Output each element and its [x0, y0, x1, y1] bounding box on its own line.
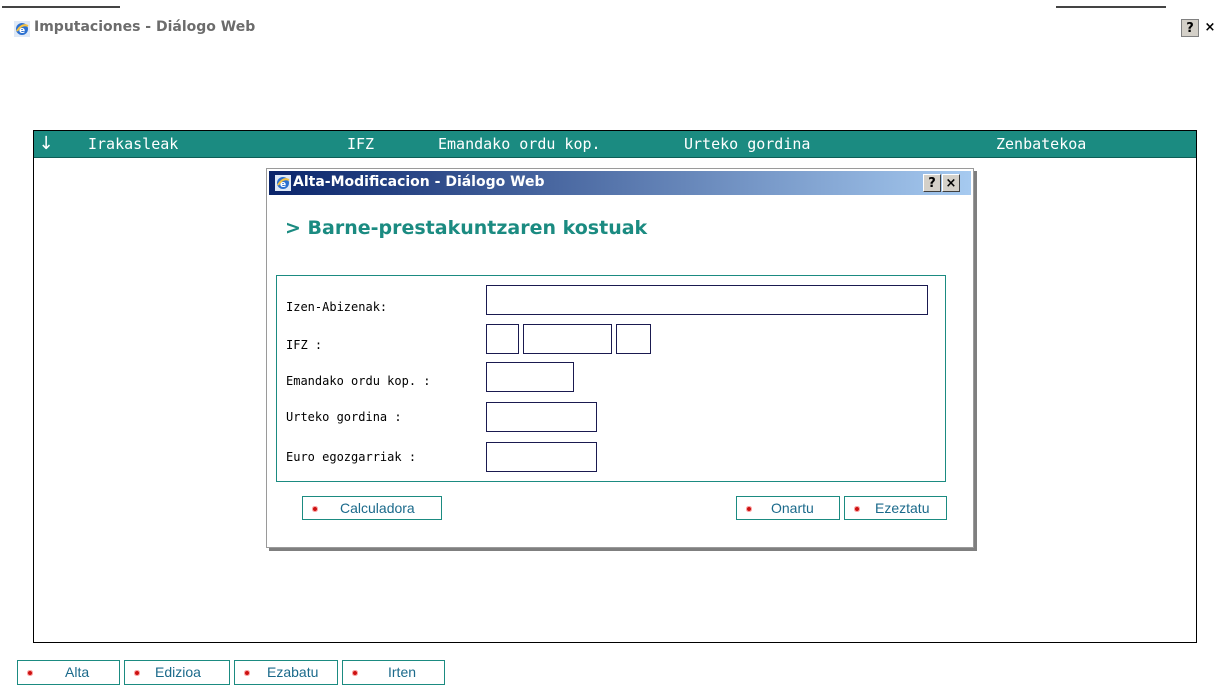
top-edge-mark: [1056, 6, 1166, 8]
red-dot-icon: [854, 506, 860, 512]
ifz-label: IFZ :: [286, 338, 323, 352]
red-dot-icon: [352, 670, 358, 676]
ie-icon: e: [14, 21, 30, 37]
gross-input[interactable]: [486, 402, 597, 432]
accept-label: Onartu: [771, 500, 814, 516]
alta-button[interactable]: Alta: [17, 660, 120, 685]
dialog-title: Alta-Modificacion - Diálogo Web: [293, 174, 545, 190]
form-fieldset: Izen-Abizenak: IFZ : Emandako ordu kop. …: [276, 275, 946, 482]
svg-text:e: e: [19, 26, 25, 36]
hours-label: Emandako ordu kop. :: [286, 374, 431, 388]
close-button[interactable]: ×: [1201, 19, 1219, 37]
euro-input[interactable]: [486, 442, 597, 472]
cancel-label: Ezeztatu: [875, 500, 930, 516]
hours-input[interactable]: [486, 362, 574, 392]
calculator-button[interactable]: Calculadora: [302, 496, 442, 520]
ifz-part1-input[interactable]: [486, 324, 519, 354]
window-title-bar: e Imputaciones - Diálogo Web ? ×: [0, 16, 1223, 44]
ifz-part2-input[interactable]: [523, 324, 612, 354]
column-header-ifz[interactable]: IFZ: [347, 135, 374, 153]
accept-button[interactable]: Onartu: [736, 496, 840, 520]
ifz-part3-input[interactable]: [616, 324, 651, 354]
calculator-label: Calculadora: [340, 500, 415, 516]
svg-text:e: e: [280, 180, 286, 190]
red-dot-icon: [27, 670, 33, 676]
window-title: Imputaciones - Diálogo Web: [34, 19, 256, 35]
alta-label: Alta: [65, 664, 90, 680]
top-edge: [0, 0, 1223, 10]
gross-label: Urteko gordina :: [286, 410, 402, 424]
dialog-help-button[interactable]: ?: [923, 174, 941, 192]
edizioa-label: Edizioa: [155, 664, 201, 680]
dialog-heading: > Barne-prestakuntzaren kostuak: [285, 217, 648, 239]
edizioa-button[interactable]: Edizioa: [124, 660, 230, 685]
red-dot-icon: [312, 506, 318, 512]
cancel-button[interactable]: Ezeztatu: [844, 496, 947, 520]
irten-label: Irten: [388, 664, 417, 680]
column-header-gross[interactable]: Urteko gordina: [684, 135, 810, 153]
arrow-down-icon[interactable]: ↓: [36, 133, 56, 155]
ezabatu-button[interactable]: Ezabatu: [234, 660, 338, 685]
name-label: Izen-Abizenak:: [286, 300, 388, 314]
dialog-close-button[interactable]: ×: [942, 174, 960, 192]
red-dot-icon: [134, 670, 140, 676]
grid-header: ↓ Irakasleak IFZ Emandako ordu kop. Urte…: [34, 131, 1196, 158]
column-header-amount[interactable]: Zenbatekoa: [996, 135, 1086, 153]
top-edge-mark: [2, 6, 120, 8]
irten-button[interactable]: Irten: [342, 660, 445, 685]
column-header-irakasleak[interactable]: Irakasleak: [88, 135, 178, 153]
dialog-title-bar: e Alta-Modificacion - Diálogo Web ? ×: [269, 171, 971, 195]
column-header-hours[interactable]: Emandako ordu kop.: [438, 135, 601, 153]
ie-icon: e: [275, 175, 291, 191]
red-dot-icon: [746, 506, 752, 512]
help-button[interactable]: ?: [1181, 19, 1199, 37]
euro-label: Euro egozgarriak :: [286, 450, 417, 464]
ezabatu-label: Ezabatu: [267, 664, 319, 680]
name-input[interactable]: [486, 285, 928, 315]
red-dot-icon: [244, 670, 250, 676]
edit-dialog: e Alta-Modificacion - Diálogo Web ? × > …: [266, 168, 974, 548]
